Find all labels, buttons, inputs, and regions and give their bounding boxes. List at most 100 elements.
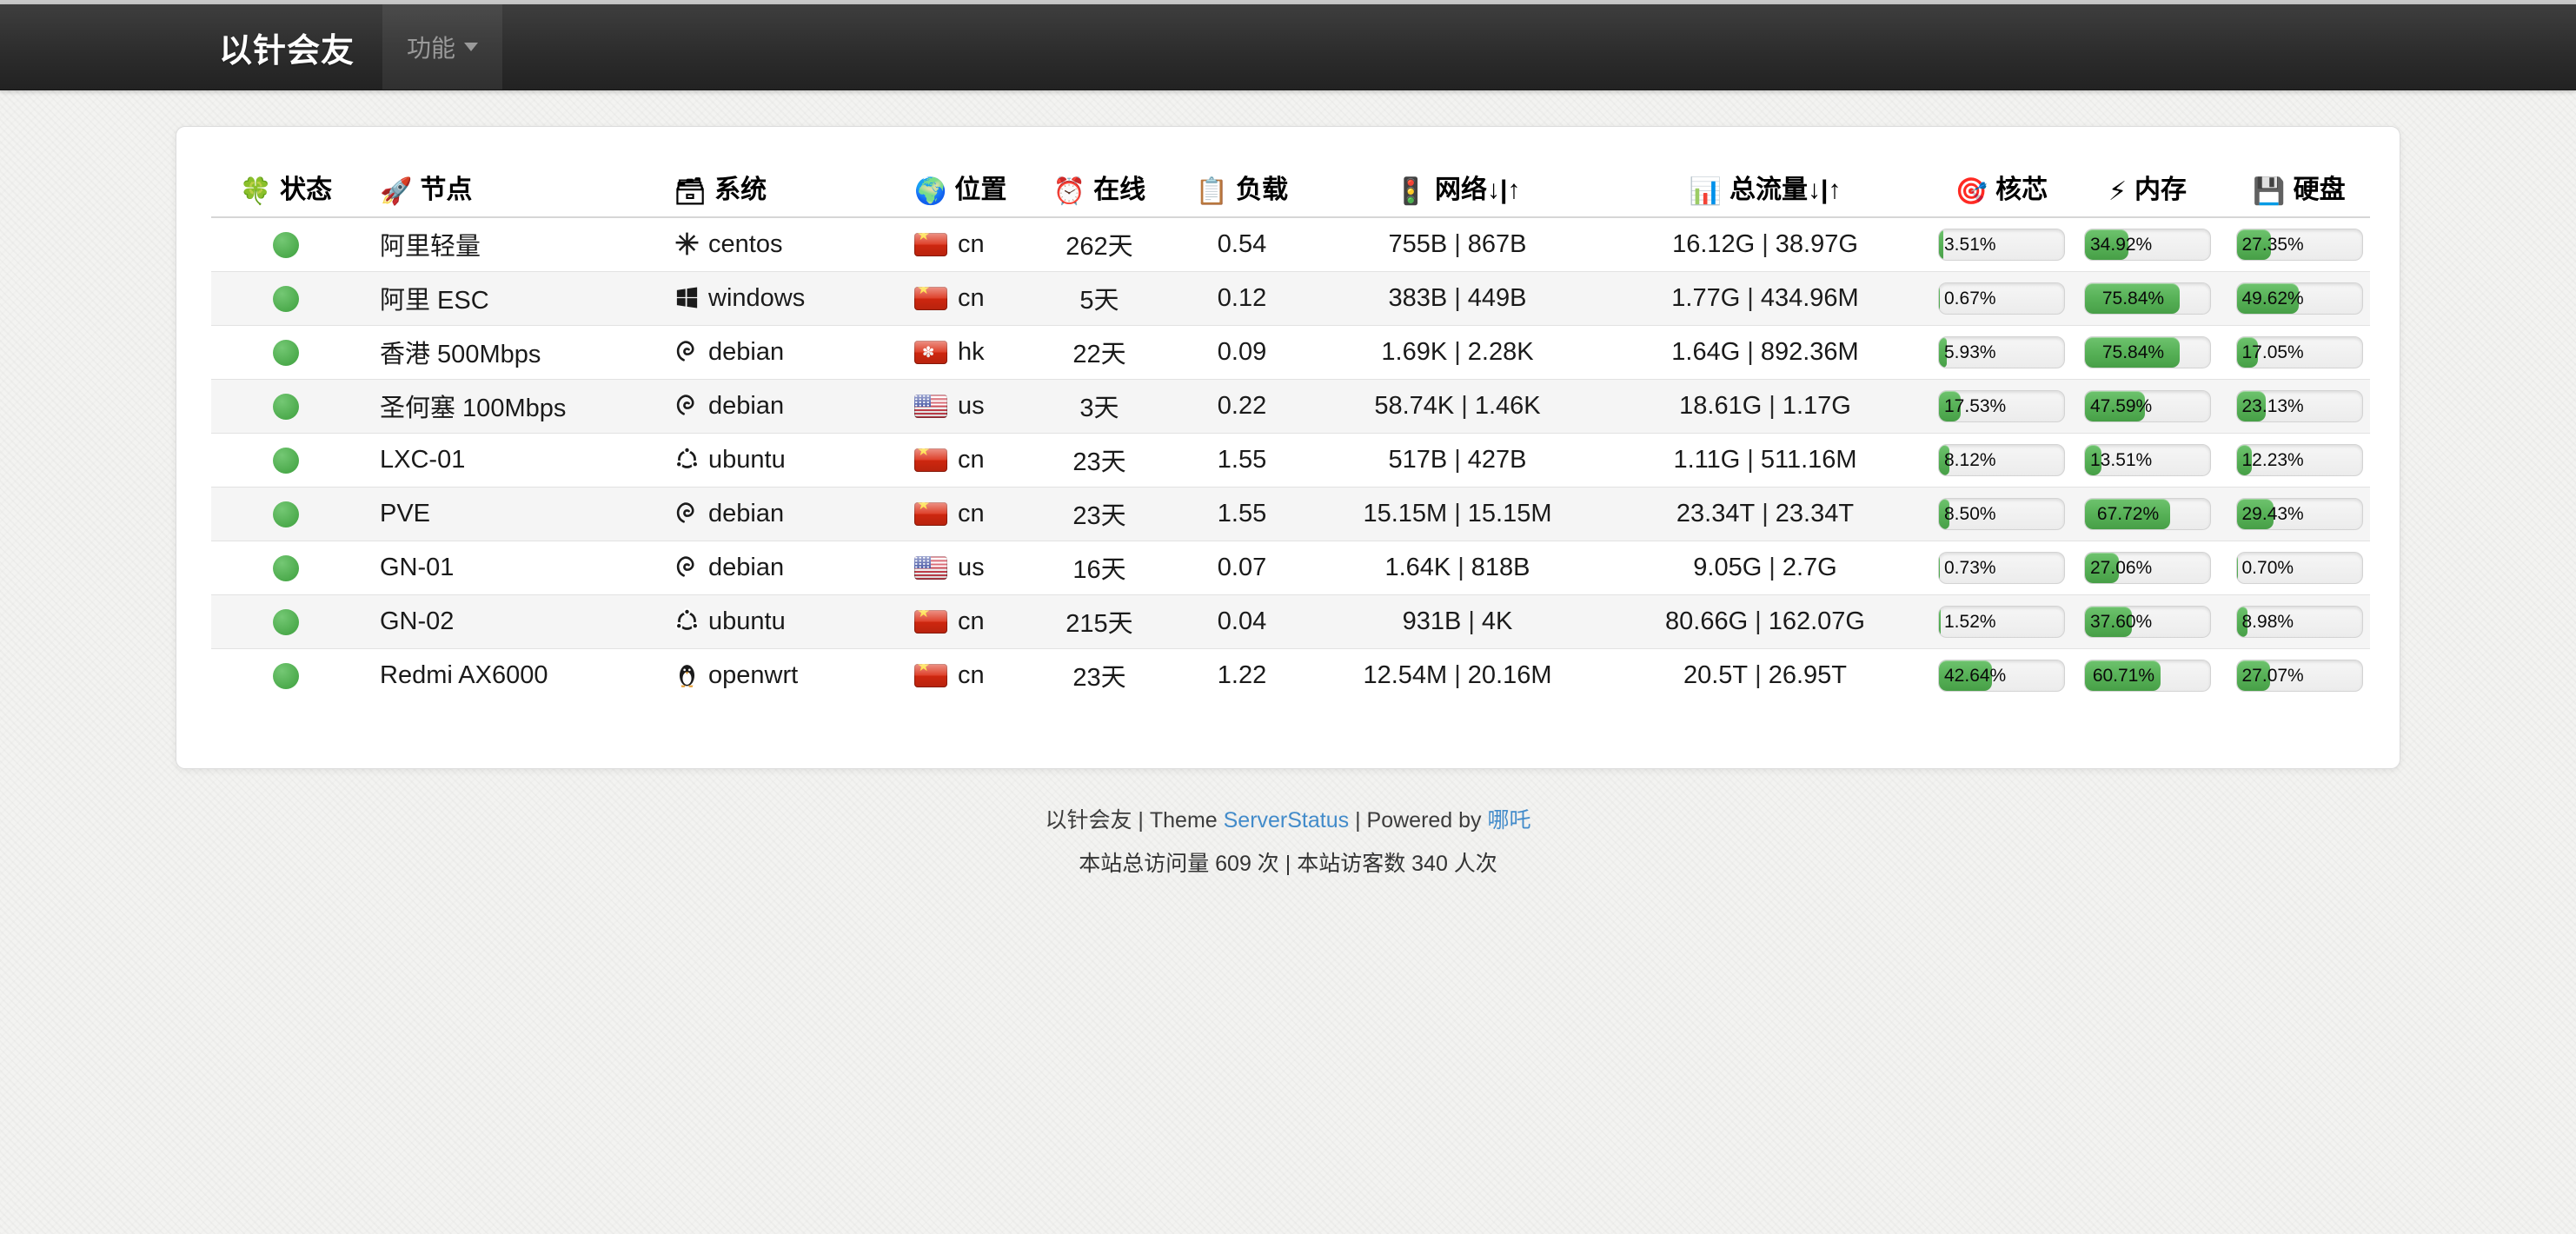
network-separator: | [1454, 284, 1461, 312]
col-label-disk: 硬盘 [2294, 176, 2346, 204]
cell-disk: 49.62% [2228, 271, 2370, 325]
uptime-value: 22天 [1072, 341, 1125, 368]
col-header-disk: 💾硬盘 [2228, 158, 2370, 217]
server-row: GN-01debianus16天0.071.64K|818B9.05G|2.7G… [211, 541, 2370, 594]
col-label-node: 节点 [420, 176, 472, 204]
load-value: 1.22 [1218, 661, 1266, 689]
status-online-dot [273, 286, 299, 312]
cell-online: 5天 [1036, 271, 1163, 325]
cell-cpu: 8.12% [1936, 433, 2067, 487]
uptime-value: 23天 [1072, 664, 1125, 692]
mem-meter-label: 75.84% [2102, 283, 2164, 315]
os-name: ubuntu [708, 446, 786, 474]
cell-load: 0.12 [1163, 271, 1321, 325]
network-up: 818B [1471, 554, 1530, 581]
os-debian-icon [674, 554, 700, 581]
disk-meter: 12.23% [2236, 444, 2363, 476]
cell-network: 58.74K|1.46K [1321, 379, 1594, 433]
cell-system: debian [654, 379, 895, 433]
cell-cpu: 0.67% [1936, 271, 2067, 325]
cell-location: hk [895, 325, 1036, 379]
network-separator: | [1454, 661, 1461, 689]
location-code: cn [958, 500, 985, 527]
cell-status [211, 433, 361, 487]
mem-meter: 34.92% [2084, 229, 2211, 261]
brand-link[interactable]: 以针会友 [219, 4, 355, 90]
cell-cpu: 8.50% [1936, 487, 2067, 541]
node-name: 阿里轻量 [380, 233, 481, 261]
chevron-down-icon [464, 43, 478, 51]
traffic-up: 1.17G [1783, 392, 1851, 420]
cell-network: 517B|427B [1321, 433, 1594, 487]
node-name: GN-02 [380, 607, 454, 635]
footer-sep-powered: | Powered by [1349, 808, 1487, 833]
traffic-column-icon: 📊 [1690, 177, 1722, 206]
status-online-dot [273, 609, 299, 635]
menu-features-dropdown[interactable]: 功能 [382, 4, 502, 90]
powered-by-link[interactable]: 哪吒 [1488, 808, 1531, 833]
mem-meter: 47.59% [2084, 390, 2211, 422]
os-debian-icon [674, 500, 700, 527]
flag-cn-icon [914, 448, 947, 472]
cell-cpu: 1.52% [1936, 594, 2067, 648]
cell-cpu: 5.93% [1936, 325, 2067, 379]
cell-node: 圣何塞 100Mbps [361, 379, 654, 433]
traffic-up: 162.07G [1769, 607, 1865, 635]
cpu-meter-label: 0.67% [1944, 283, 1996, 315]
cpu-meter-label: 42.64% [1944, 660, 2006, 692]
location-code: cn [958, 607, 985, 635]
traffic-separator: | [1755, 661, 1762, 689]
cell-traffic: 80.66G|162.07G [1594, 594, 1936, 648]
disk-meter: 8.98% [2236, 606, 2363, 638]
traffic-down: 16.12G [1672, 230, 1755, 258]
cell-system: debian [654, 541, 895, 594]
cell-node: 阿里 ESC [361, 271, 654, 325]
cell-mem: 13.51% [2067, 433, 2228, 487]
cell-traffic: 9.05G|2.7G [1594, 541, 1936, 594]
os-ubuntu-icon [674, 607, 700, 634]
cell-load: 1.22 [1163, 648, 1321, 702]
traffic-up: 26.95T [1769, 661, 1847, 689]
network-separator: | [1454, 230, 1461, 258]
col-header-load: 📋负载 [1163, 158, 1321, 217]
mem-meter: 13.51% [2084, 444, 2211, 476]
traffic-down: 1.64G [1671, 338, 1740, 366]
theme-serverstatus-link[interactable]: ServerStatus [1224, 808, 1350, 833]
server-row: 阿里轻量centoscn262天0.54755B|867B16.12G|38.9… [211, 217, 2370, 271]
cell-cpu: 42.64% [1936, 648, 2067, 702]
network-down: 1.64K [1384, 554, 1451, 581]
menu-features-label: 功能 [407, 30, 455, 64]
flag-cn-icon [914, 664, 947, 687]
network-down: 1.69K [1381, 338, 1447, 366]
server-row: PVEdebiancn23天1.5515.15M|15.15M23.34T|23… [211, 487, 2370, 541]
cell-mem: 75.84% [2067, 271, 2228, 325]
col-label-load: 负载 [1236, 176, 1288, 204]
cell-online: 3天 [1036, 379, 1163, 433]
cell-node: GN-02 [361, 594, 654, 648]
cell-system: ubuntu [654, 594, 895, 648]
traffic-down: 1.11G [1673, 446, 1740, 474]
col-label-cpu: 核芯 [1995, 176, 2048, 204]
cpu-meter: 0.67% [1938, 282, 2065, 315]
traffic-separator: | [1747, 284, 1754, 312]
cell-disk: 12.23% [2228, 433, 2370, 487]
cell-load: 0.22 [1163, 379, 1321, 433]
status-online-dot [273, 555, 299, 581]
node-name: PVE [380, 500, 430, 527]
footer-site-name: 以针会友 [1045, 808, 1132, 833]
cpu-meter-label: 17.53% [1944, 391, 2006, 422]
cell-network: 383B|449B [1321, 271, 1594, 325]
flag-cn-icon [914, 233, 947, 256]
mem-meter: 60.71% [2084, 660, 2211, 692]
cell-location: us [895, 379, 1036, 433]
cell-disk: 29.43% [2228, 487, 2370, 541]
status-online-dot [273, 232, 299, 258]
cell-traffic: 1.64G|892.36M [1594, 325, 1936, 379]
col-label-traffic: 总流量↓|↑ [1730, 176, 1841, 204]
os-name: debian [708, 500, 784, 527]
disk-meter: 49.62% [2236, 282, 2363, 315]
network-down: 12.54M [1363, 661, 1447, 689]
traffic-separator: | [1769, 392, 1776, 420]
network-separator: | [1454, 500, 1461, 527]
network-separator: | [1468, 607, 1475, 635]
